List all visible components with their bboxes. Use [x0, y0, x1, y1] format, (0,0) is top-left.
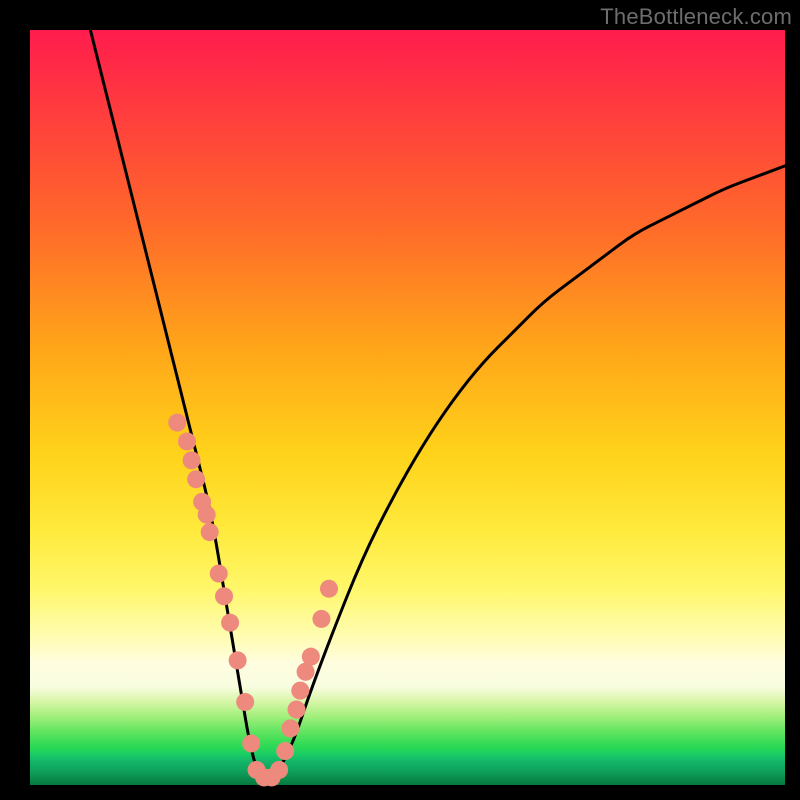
marker-dot — [291, 682, 309, 700]
marker-dot — [302, 648, 320, 666]
chart-frame: TheBottleneck.com — [0, 0, 800, 800]
bottleneck-curve — [90, 30, 785, 777]
marker-dot — [312, 610, 330, 628]
curve-layer — [90, 30, 785, 777]
marker-dot — [210, 565, 228, 583]
marker-dot — [288, 701, 306, 719]
marker-dot — [187, 470, 205, 488]
marker-dot — [229, 651, 247, 669]
marker-dot — [183, 451, 201, 469]
marker-dot — [178, 432, 196, 450]
marker-layer — [168, 414, 338, 787]
marker-dot — [168, 414, 186, 432]
marker-dot — [281, 719, 299, 737]
marker-dot — [221, 614, 239, 632]
plot-area — [30, 30, 785, 785]
marker-dot — [236, 693, 254, 711]
marker-dot — [270, 761, 288, 779]
chart-svg — [30, 30, 785, 785]
marker-dot — [242, 734, 260, 752]
marker-dot — [198, 506, 216, 524]
marker-dot — [215, 587, 233, 605]
marker-dot — [201, 523, 219, 541]
marker-dot — [320, 580, 338, 598]
marker-dot — [276, 742, 294, 760]
watermark-text: TheBottleneck.com — [600, 4, 792, 30]
